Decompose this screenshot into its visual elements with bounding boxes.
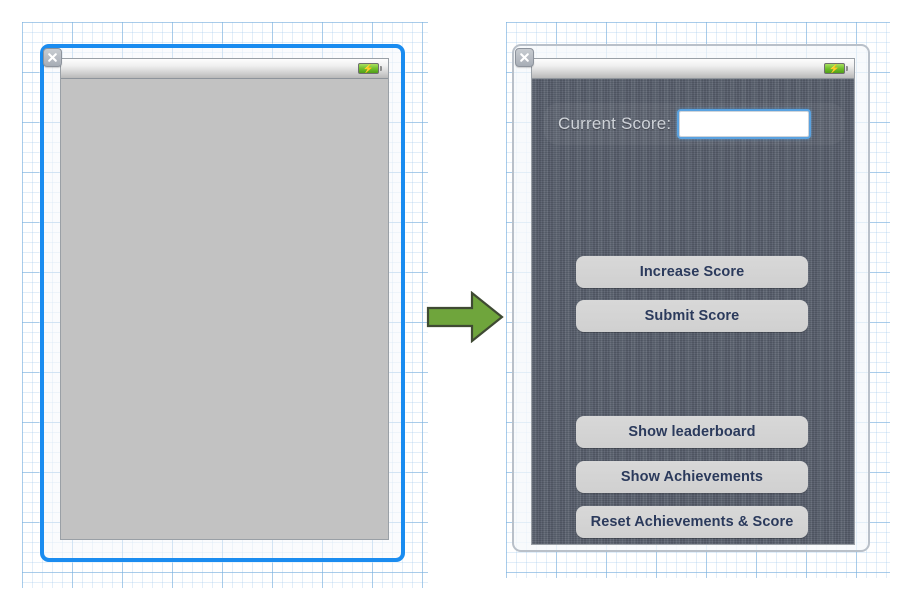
increase-score-button[interactable]: Increase Score <box>576 256 808 288</box>
before-device-screen: ⚡ <box>60 58 389 540</box>
current-score-row: Current Score: <box>544 103 844 145</box>
close-icon[interactable] <box>43 48 62 67</box>
storyboard-canvas: ⚡ ⚡ Current Score: Increase Score Submit… <box>0 0 900 600</box>
submit-score-button[interactable]: Submit Score <box>576 300 808 332</box>
transition-arrow <box>426 291 504 343</box>
status-bar-right: ⚡ <box>532 59 854 79</box>
after-device-screen: ⚡ Current Score: Increase Score Submit S… <box>531 58 855 545</box>
show-leaderboard-button[interactable]: Show leaderboard <box>576 416 808 448</box>
close-icon[interactable] <box>515 48 534 67</box>
battery-charging-icon: ⚡ <box>358 63 382 75</box>
before-screen-content <box>61 79 388 539</box>
after-screen-content: Current Score: Increase Score Submit Sco… <box>532 79 854 544</box>
reset-achievements-score-button[interactable]: Reset Achievements & Score <box>576 506 808 538</box>
current-score-label: Current Score: <box>558 114 672 133</box>
current-score-input[interactable] <box>679 111 810 137</box>
status-bar-left: ⚡ <box>61 59 388 79</box>
show-achievements-button[interactable]: Show Achievements <box>576 461 808 493</box>
battery-charging-icon: ⚡ <box>824 63 848 75</box>
